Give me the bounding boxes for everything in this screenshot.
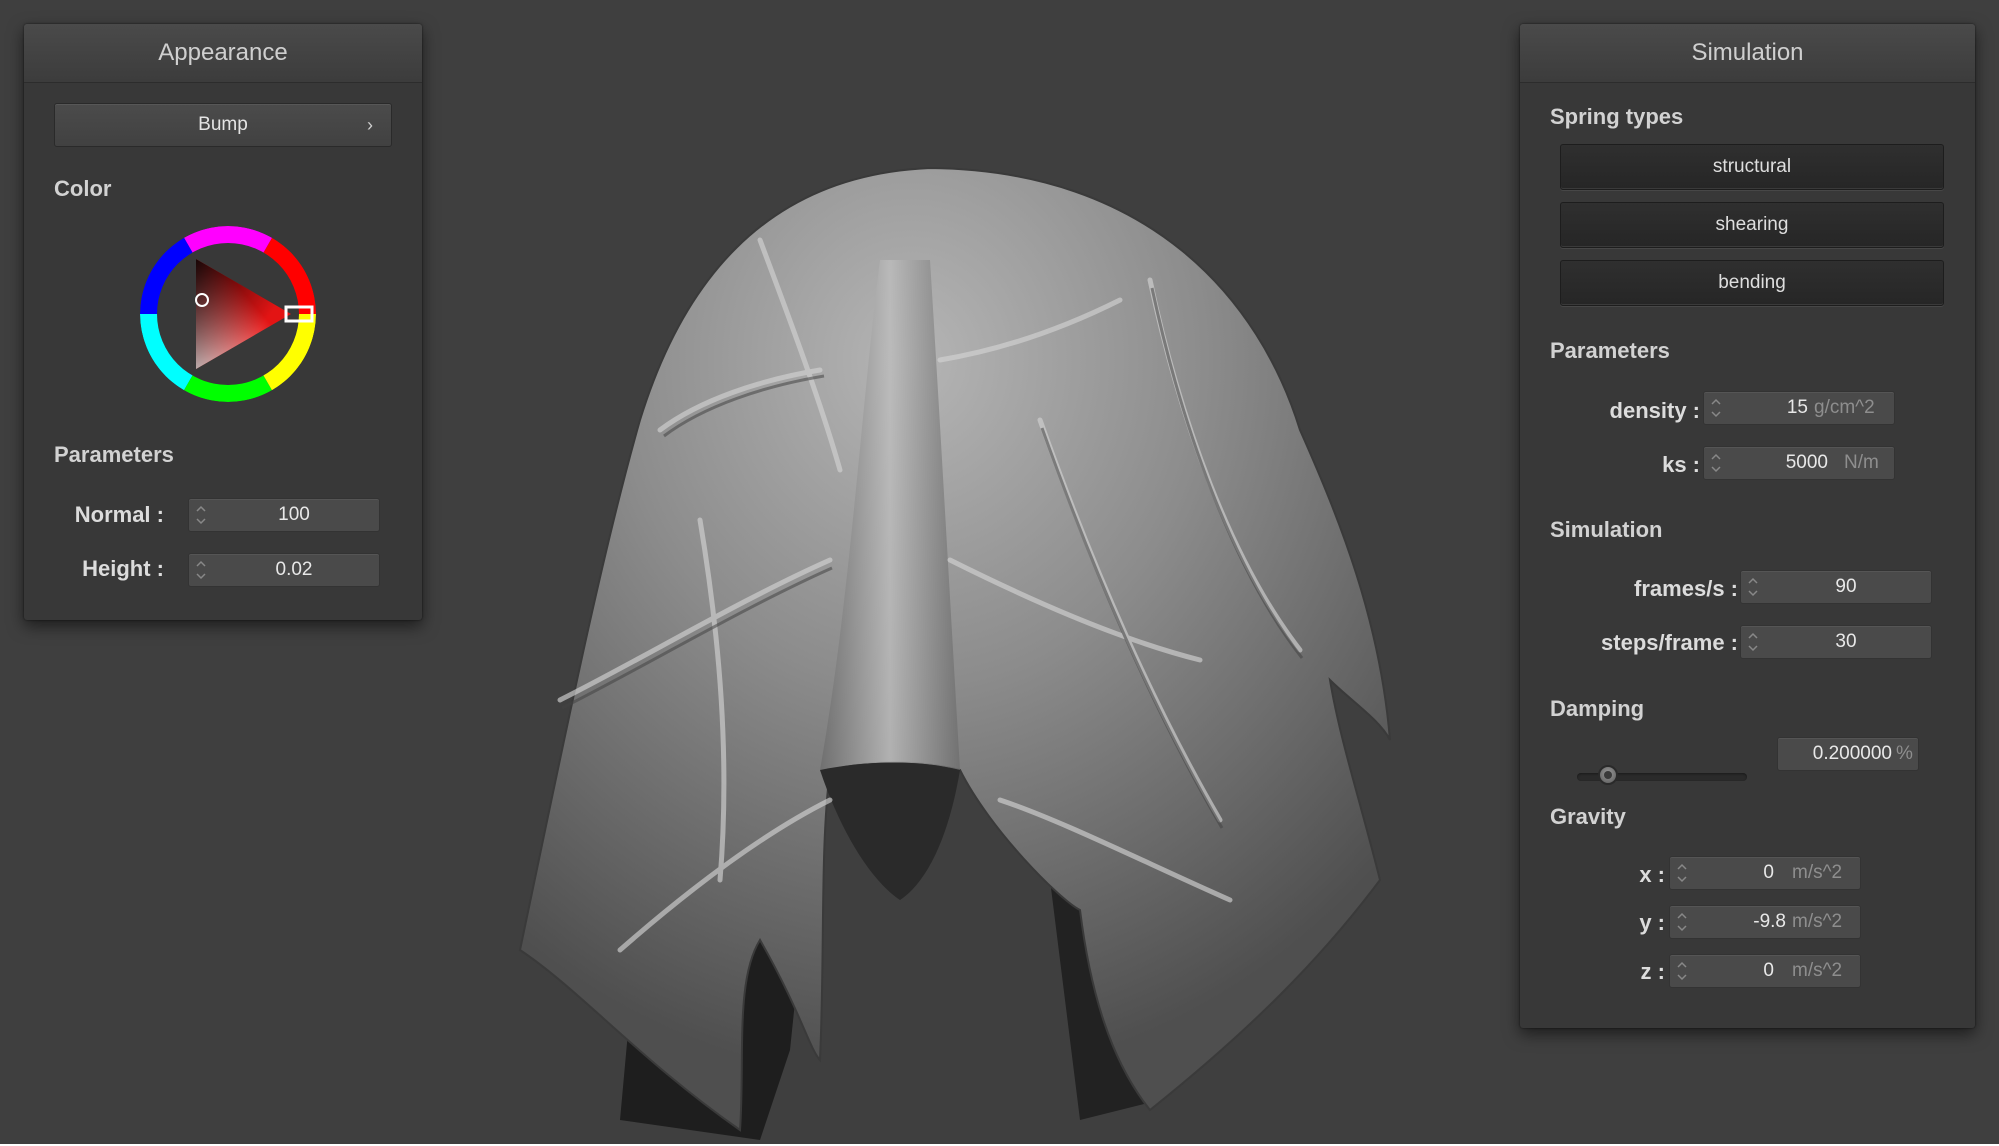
ks-spinbox[interactable]: 5000 N/m — [1703, 446, 1895, 480]
spinner-arrows-icon[interactable] — [195, 557, 207, 583]
simulation-panel: Simulation Spring types structural shear… — [1520, 24, 1975, 1028]
gravity-x-spinbox[interactable]: 0 m/s^2 — [1669, 856, 1861, 890]
damping-label: Damping — [1550, 696, 1645, 721]
density-spinbox[interactable]: 15 g/cm^2 — [1703, 391, 1895, 425]
steps-value: 30 — [1835, 631, 1857, 652]
appearance-params-label: Parameters — [54, 442, 174, 467]
gravity-z-label: z : — [1640, 959, 1665, 984]
density-unit: g/cm^2 — [1814, 397, 1875, 418]
appearance-panel: Appearance Bump › Color Parameters Norma… — [24, 24, 422, 620]
height-value: 0.02 — [275, 559, 313, 580]
density-label: density : — [1609, 398, 1700, 423]
fps-spinbox[interactable]: 90 — [1740, 570, 1932, 604]
spinner-arrows-icon[interactable] — [1747, 629, 1759, 655]
density-value: 15 — [1786, 397, 1808, 418]
spinner-arrows-icon[interactable] — [1676, 860, 1688, 886]
normal-label: Normal : — [74, 502, 164, 527]
damping-value-field[interactable]: 0.200000 % — [1777, 737, 1919, 771]
spinner-arrows-icon[interactable] — [1710, 450, 1722, 476]
spinner-arrows-icon[interactable] — [1710, 395, 1722, 421]
frames-per-second-label: frames/s : — [1634, 576, 1738, 601]
gravity-y-label: y : — [1639, 910, 1665, 935]
gravity-x-value: 0 — [1763, 862, 1774, 883]
gravity-y-spinbox[interactable]: -9.8 m/s^2 — [1669, 905, 1861, 939]
damping-value: 0.200000 — [1812, 743, 1892, 764]
spinner-arrows-icon[interactable] — [195, 502, 207, 528]
gravity-z-spinbox[interactable]: 0 m/s^2 — [1669, 954, 1861, 988]
simulation-panel-title: Simulation — [1520, 24, 1975, 83]
color-label: Color — [54, 176, 112, 201]
bending-button[interactable]: bending — [1560, 260, 1944, 306]
shearing-button[interactable]: shearing — [1560, 202, 1944, 248]
spinner-arrows-icon[interactable] — [1676, 909, 1688, 935]
simulation-section-label: Simulation — [1550, 517, 1663, 542]
gravity-z-value: 0 — [1763, 960, 1774, 981]
damping-slider-knob[interactable] — [1597, 765, 1618, 785]
normal-spinbox[interactable]: 100 — [188, 498, 380, 532]
gravity-label: Gravity — [1550, 804, 1626, 829]
steps-spinbox[interactable]: 30 — [1740, 625, 1932, 659]
normal-value: 100 — [278, 504, 310, 525]
ks-label: ks : — [1662, 452, 1700, 477]
fps-value: 90 — [1835, 576, 1857, 597]
structural-button[interactable]: structural — [1560, 144, 1944, 190]
spinner-arrows-icon[interactable] — [1747, 574, 1759, 600]
appearance-panel-title: Appearance — [24, 24, 422, 83]
gravity-z-unit: m/s^2 — [1792, 960, 1843, 981]
color-wheel[interactable] — [136, 222, 320, 406]
steps-per-frame-label: steps/frame : — [1601, 630, 1738, 655]
gravity-x-unit: m/s^2 — [1792, 862, 1843, 883]
spinner-arrows-icon[interactable] — [1676, 958, 1688, 984]
height-spinbox[interactable]: 0.02 — [188, 553, 380, 587]
ks-value: 5000 — [1785, 452, 1828, 473]
dropdown-label: Bump — [198, 114, 248, 135]
sim-params-label: Parameters — [1550, 338, 1670, 363]
chevron-right-icon: › — [367, 115, 373, 135]
gravity-y-unit: m/s^2 — [1792, 911, 1843, 932]
height-label: Height : — [82, 556, 164, 581]
damping-unit: % — [1896, 743, 1913, 764]
gravity-y-value: -9.8 — [1753, 911, 1786, 932]
ks-unit: N/m — [1844, 452, 1879, 473]
bump-mode-dropdown[interactable]: Bump › — [54, 103, 392, 147]
gravity-x-label: x : — [1639, 862, 1665, 887]
spring-types-label: Spring types — [1550, 104, 1684, 129]
